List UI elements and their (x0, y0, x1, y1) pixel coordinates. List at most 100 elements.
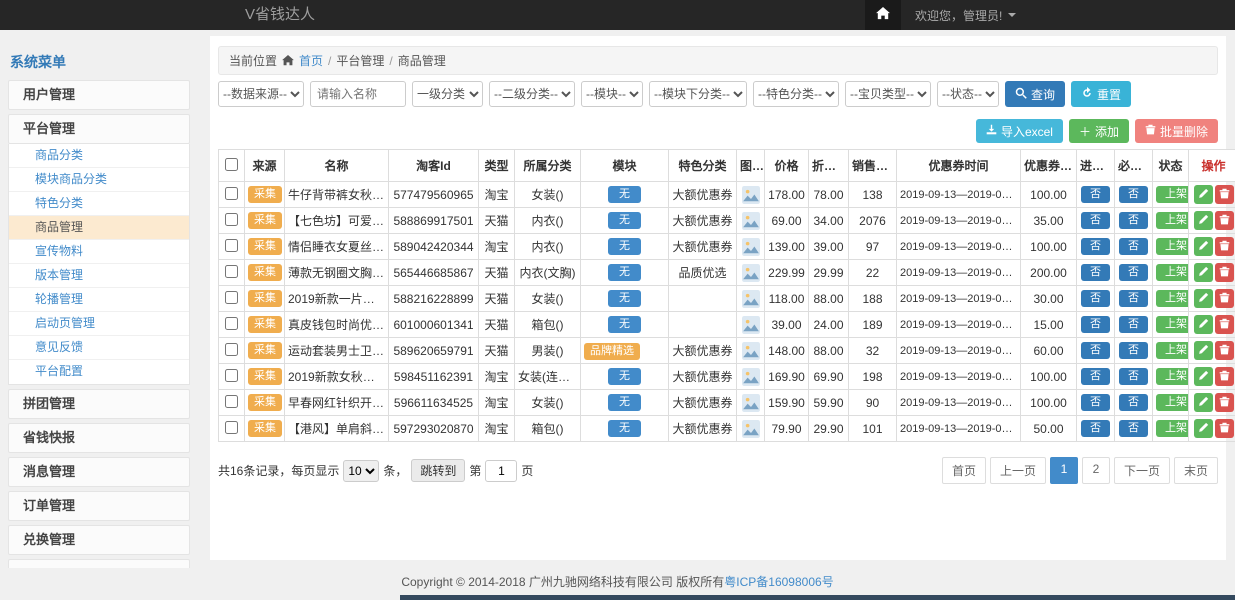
select-all-checkbox[interactable] (225, 158, 238, 171)
page-button[interactable]: 上一页 (990, 457, 1046, 484)
sidebar-subitem[interactable]: 版本管理 (9, 264, 189, 288)
delete-button[interactable] (1215, 341, 1234, 360)
import-select-toggle[interactable]: 否 (1081, 212, 1110, 229)
sidebar-subitem[interactable]: 商品分类 (9, 144, 189, 168)
delete-button[interactable] (1215, 315, 1234, 334)
filter-select[interactable]: --模块下分类-- (649, 81, 747, 107)
import-select-toggle[interactable]: 否 (1081, 394, 1110, 411)
status-badge[interactable]: 上架 (1156, 420, 1189, 437)
status-badge[interactable]: 上架 (1156, 212, 1189, 229)
delete-button[interactable] (1215, 263, 1234, 282)
delete-button[interactable] (1215, 419, 1234, 438)
edit-button[interactable] (1194, 185, 1213, 204)
status-badge[interactable]: 上架 (1156, 342, 1189, 359)
sidebar-subitem[interactable]: 宣传物料 (9, 240, 189, 264)
page-button[interactable]: 首页 (942, 457, 986, 484)
row-checkbox[interactable] (225, 369, 238, 382)
delete-button[interactable] (1215, 211, 1234, 230)
filter-select[interactable]: --宝贝类型-- (845, 81, 931, 107)
name-search-input[interactable] (310, 81, 406, 107)
sidebar-item[interactable]: 兑换管理 (8, 525, 190, 555)
filter-select[interactable]: --模块-- (581, 81, 643, 107)
batch-delete-button[interactable]: 批量删除 (1135, 119, 1218, 143)
edit-button[interactable] (1194, 237, 1213, 256)
import-select-toggle[interactable]: 否 (1081, 368, 1110, 385)
edit-button[interactable] (1194, 263, 1213, 282)
row-checkbox[interactable] (225, 343, 238, 356)
filter-select[interactable]: --二级分类-- (489, 81, 575, 107)
sidebar-subitem[interactable]: 模块商品分类 (9, 168, 189, 192)
must-buy-toggle[interactable]: 否 (1119, 368, 1148, 385)
filter-select[interactable]: --数据来源-- (218, 81, 304, 107)
must-buy-toggle[interactable]: 否 (1119, 290, 1148, 307)
jump-button[interactable]: 跳转到 (411, 459, 465, 482)
sidebar-item[interactable]: 用户管理 (8, 80, 190, 110)
page-button[interactable]: 末页 (1174, 457, 1218, 484)
must-buy-toggle[interactable]: 否 (1119, 212, 1148, 229)
status-badge[interactable]: 上架 (1156, 316, 1189, 333)
edit-button[interactable] (1194, 211, 1213, 230)
user-menu[interactable]: 欢迎您，管理员! (901, 0, 1030, 30)
sidebar-item[interactable]: 消息管理 (8, 457, 190, 487)
must-buy-toggle[interactable]: 否 (1119, 238, 1148, 255)
delete-button[interactable] (1215, 393, 1234, 412)
must-buy-toggle[interactable]: 否 (1119, 394, 1148, 411)
status-badge[interactable]: 上架 (1156, 238, 1189, 255)
icp-link[interactable]: 粤ICP备16098006号 (724, 575, 833, 589)
must-buy-toggle[interactable]: 否 (1119, 186, 1148, 203)
edit-button[interactable] (1194, 419, 1213, 438)
row-checkbox[interactable] (225, 317, 238, 330)
row-checkbox[interactable] (225, 265, 238, 278)
edit-button[interactable] (1194, 393, 1213, 412)
import-select-toggle[interactable]: 否 (1081, 186, 1110, 203)
row-checkbox[interactable] (225, 187, 238, 200)
sidebar-subitem[interactable]: 特色分类 (9, 192, 189, 216)
edit-button[interactable] (1194, 315, 1213, 334)
page-button[interactable]: 下一页 (1114, 457, 1170, 484)
delete-button[interactable] (1215, 367, 1234, 386)
must-buy-toggle[interactable]: 否 (1119, 420, 1148, 437)
import-select-toggle[interactable]: 否 (1081, 316, 1110, 333)
status-badge[interactable]: 上架 (1156, 394, 1189, 411)
home-button[interactable] (865, 0, 901, 30)
delete-button[interactable] (1215, 289, 1234, 308)
sidebar-subitem[interactable]: 轮播管理 (9, 288, 189, 312)
page-button[interactable]: 2 (1082, 457, 1110, 484)
row-checkbox[interactable] (225, 291, 238, 304)
import-select-toggle[interactable]: 否 (1081, 342, 1110, 359)
import-excel-button[interactable]: 导入excel (976, 119, 1063, 143)
sidebar-subitem[interactable]: 商品管理 (9, 216, 189, 240)
status-badge[interactable]: 上架 (1156, 290, 1189, 307)
import-select-toggle[interactable]: 否 (1081, 264, 1110, 281)
filter-select[interactable]: --状态-- (937, 81, 999, 107)
delete-button[interactable] (1215, 185, 1234, 204)
per-page-select[interactable]: 10 (343, 460, 379, 482)
row-checkbox[interactable] (225, 421, 238, 434)
search-button[interactable]: 查询 (1005, 81, 1065, 107)
status-badge[interactable]: 上架 (1156, 186, 1189, 203)
delete-button[interactable] (1215, 237, 1234, 256)
row-checkbox[interactable] (225, 239, 238, 252)
edit-button[interactable] (1194, 367, 1213, 386)
sidebar-subitem[interactable]: 启动页管理 (9, 312, 189, 336)
sidebar-subitem[interactable]: 意见反馈 (9, 336, 189, 360)
sidebar-item[interactable]: 平台管理 (8, 114, 190, 144)
breadcrumb-home-link[interactable]: 首页 (299, 52, 323, 69)
sidebar-item[interactable]: 订单管理 (8, 491, 190, 521)
reset-button[interactable]: 重置 (1071, 81, 1131, 107)
row-checkbox[interactable] (225, 213, 238, 226)
must-buy-toggle[interactable]: 否 (1119, 316, 1148, 333)
must-buy-toggle[interactable]: 否 (1119, 264, 1148, 281)
status-badge[interactable]: 上架 (1156, 368, 1189, 385)
import-select-toggle[interactable]: 否 (1081, 290, 1110, 307)
edit-button[interactable] (1194, 341, 1213, 360)
status-badge[interactable]: 上架 (1156, 264, 1189, 281)
jump-page-input[interactable] (485, 460, 517, 482)
page-button[interactable]: 1 (1050, 457, 1078, 484)
edit-button[interactable] (1194, 289, 1213, 308)
must-buy-toggle[interactable]: 否 (1119, 342, 1148, 359)
import-select-toggle[interactable]: 否 (1081, 238, 1110, 255)
filter-select[interactable]: --特色分类-- (753, 81, 839, 107)
sidebar-subitem[interactable]: 平台配置 (9, 360, 189, 384)
row-checkbox[interactable] (225, 395, 238, 408)
